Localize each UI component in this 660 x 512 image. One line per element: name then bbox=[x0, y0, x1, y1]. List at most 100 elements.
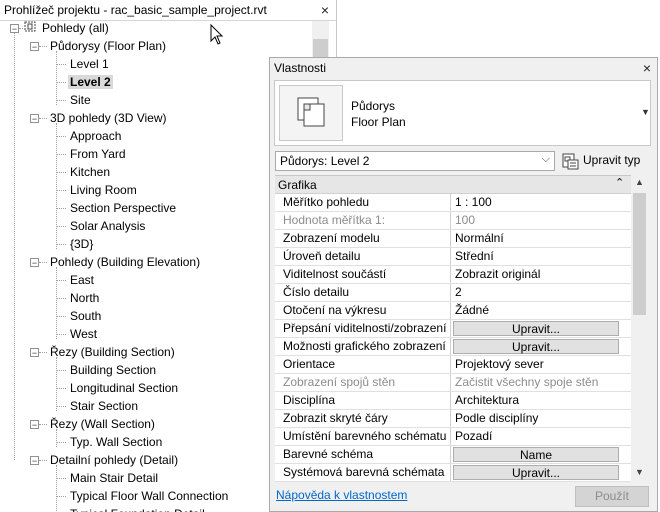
tree-item-group[interactable]: Detailní pohledy (Detail) bbox=[48, 451, 180, 469]
tree-connector bbox=[39, 262, 47, 263]
property-name: Disciplína bbox=[275, 392, 451, 409]
collapse-icon[interactable]: ⌃ bbox=[615, 176, 624, 189]
tree-connector bbox=[56, 429, 57, 447]
property-row: Umístění barevného schématu Pozadí bbox=[275, 428, 631, 446]
close-icon[interactable]: × bbox=[318, 3, 332, 17]
tree-item-label: North bbox=[70, 291, 100, 305]
property-value[interactable]: Architektura bbox=[452, 392, 622, 409]
tree-item-view[interactable]: {3D} bbox=[68, 235, 95, 253]
property-edit-button[interactable]: Upravit... bbox=[453, 321, 619, 336]
property-row: Orientace Projektový sever bbox=[275, 356, 631, 374]
tree-collapse-toggle[interactable]: − bbox=[30, 258, 39, 268]
tree-item-group[interactable]: Řezy (Building Section) bbox=[48, 343, 177, 361]
tree-connector bbox=[56, 100, 66, 101]
tree-item-view[interactable]: Approach bbox=[68, 127, 123, 145]
properties-help-link[interactable]: Nápověda k vlastnostem bbox=[276, 488, 407, 502]
tree-collapse-toggle[interactable]: − bbox=[30, 42, 39, 52]
edit-type-button[interactable]: Upravit typ bbox=[560, 150, 656, 172]
tree-collapse-toggle[interactable]: − bbox=[30, 114, 39, 124]
tree-item-label: Pohledy (Building Elevation) bbox=[50, 255, 201, 269]
scroll-up-icon[interactable]: ▲ bbox=[635, 177, 644, 187]
tree-item-group[interactable]: Řezy (Wall Section) bbox=[48, 415, 157, 433]
tree-collapse-toggle[interactable]: − bbox=[30, 420, 39, 430]
property-row: Systémová barevná schémata Upravit... bbox=[275, 464, 631, 482]
tree-item-view[interactable]: Typical Floor Wall Connection bbox=[68, 487, 230, 505]
instance-filter-select[interactable]: Půdorys: Level 2 ⌵ bbox=[275, 151, 555, 171]
tree-connector bbox=[19, 28, 23, 29]
property-value[interactable]: Podle disciplíny bbox=[452, 410, 622, 427]
tree-connector bbox=[56, 465, 57, 512]
tree-item-label: Solar Analysis bbox=[70, 219, 146, 233]
property-edit-button[interactable]: Name bbox=[453, 447, 619, 462]
tree-item-view[interactable]: Longitudinal Section bbox=[68, 379, 180, 397]
tree-item-view[interactable]: South bbox=[68, 307, 103, 325]
tree-item-view[interactable]: West bbox=[68, 325, 99, 343]
tree-item-group[interactable]: Pohledy (Building Elevation) bbox=[48, 253, 202, 271]
tree-connector bbox=[56, 370, 66, 371]
tree-item-view[interactable]: Level 2 bbox=[68, 73, 113, 91]
scrollbar-thumb[interactable] bbox=[633, 193, 646, 315]
tree-item-view[interactable]: Kitchen bbox=[68, 163, 112, 181]
tree-item-view[interactable]: North bbox=[68, 289, 101, 307]
property-value[interactable]: 1 : 100 bbox=[452, 194, 622, 211]
tree-item-label: South bbox=[70, 309, 102, 323]
property-row: Zobrazení spojů stěn Začistit všechny spo… bbox=[275, 374, 631, 392]
tree-connector bbox=[56, 82, 66, 83]
tree-collapse-toggle[interactable]: − bbox=[30, 456, 39, 466]
property-name: Umístění barevného schématu bbox=[275, 428, 451, 445]
property-edit-button[interactable]: Upravit... bbox=[453, 465, 619, 480]
tree-item-group[interactable]: 3D pohledy (3D View) bbox=[48, 109, 169, 127]
apply-button[interactable]: Použít bbox=[575, 486, 649, 507]
properties-grid: Grafika ⌃ Měřítko pohledu 1 : 100 Hodnota … bbox=[275, 175, 631, 482]
tree-item-view[interactable]: Typical Foundation Detail bbox=[68, 505, 207, 512]
chevron-down-icon[interactable]: ▼ bbox=[641, 107, 650, 117]
property-value[interactable]: Normální bbox=[452, 230, 622, 247]
properties-scrollbar[interactable]: ▲ ▼ bbox=[631, 175, 648, 481]
tree-item-view[interactable]: East bbox=[68, 271, 96, 289]
tree-connector bbox=[39, 424, 47, 425]
tree-connector bbox=[56, 478, 66, 479]
properties-title: Vlastnosti bbox=[274, 61, 327, 75]
tree-item-view[interactable]: Level 1 bbox=[68, 55, 111, 73]
property-row: Úroveň detailu Střední bbox=[275, 248, 631, 266]
property-value[interactable]: Žádné bbox=[452, 302, 622, 319]
tree-item-view[interactable]: Building Section bbox=[68, 361, 158, 379]
tree-connector bbox=[56, 334, 66, 335]
tree-item-view[interactable]: From Yard bbox=[68, 145, 128, 163]
tree-item-group[interactable]: Půdorysy (Floor Plan) bbox=[48, 37, 168, 55]
project-browser-title: Prohlížeč projektu - rac_basic_sample_pr… bbox=[4, 3, 267, 17]
tree-item-label: Typ. Wall Section bbox=[70, 435, 163, 449]
tree-item-view[interactable]: Solar Analysis bbox=[68, 217, 147, 235]
tree-collapse-toggle[interactable]: − bbox=[10, 24, 19, 34]
property-value[interactable]: 2 bbox=[452, 284, 622, 301]
property-value[interactable]: Zobrazit originál bbox=[452, 266, 622, 283]
scroll-down-icon[interactable]: ▼ bbox=[635, 467, 644, 477]
edit-type-icon bbox=[562, 153, 579, 170]
tree-connector bbox=[56, 267, 57, 339]
tree-collapse-toggle[interactable]: − bbox=[30, 348, 39, 358]
property-edit-button[interactable]: Upravit... bbox=[453, 339, 619, 354]
project-browser-title-bar: Prohlížeč projektu - rac_basic_sample_pr… bbox=[0, 0, 336, 21]
tree-item-view[interactable]: Main Stair Detail bbox=[68, 469, 160, 487]
tree-item-label: Building Section bbox=[70, 363, 157, 377]
tree-connector bbox=[56, 244, 66, 245]
tree-item-view[interactable]: Section Perspective bbox=[68, 199, 178, 217]
tree-item-view[interactable]: Living Room bbox=[68, 181, 139, 199]
tree-item-label: Section Perspective bbox=[70, 201, 177, 215]
tree-item-view[interactable]: Stair Section bbox=[68, 397, 140, 415]
tree-item-view[interactable]: Typ. Wall Section bbox=[68, 433, 164, 451]
property-name: Systémová barevná schémata bbox=[275, 464, 451, 481]
property-row: Barevné schéma Name bbox=[275, 446, 631, 464]
property-value[interactable]: Střední bbox=[452, 248, 622, 265]
property-name: Hodnota měřítka 1: bbox=[275, 212, 451, 229]
tree-item-view[interactable]: Site bbox=[68, 91, 93, 109]
group-header-graphics[interactable]: Grafika ⌃ bbox=[275, 176, 631, 194]
property-value[interactable]: Pozadí bbox=[452, 428, 622, 445]
type-selector[interactable]: Půdorys Floor Plan ▼ bbox=[274, 80, 651, 146]
property-value[interactable]: Projektový sever bbox=[452, 356, 622, 373]
tree-item-label: Site bbox=[70, 93, 91, 107]
tree-item-group[interactable]: Pohledy (all) bbox=[24, 19, 111, 37]
tree-item-label: West bbox=[70, 327, 98, 341]
close-icon[interactable]: × bbox=[640, 61, 654, 75]
chevron-down-icon[interactable]: ⌵ bbox=[542, 153, 550, 166]
